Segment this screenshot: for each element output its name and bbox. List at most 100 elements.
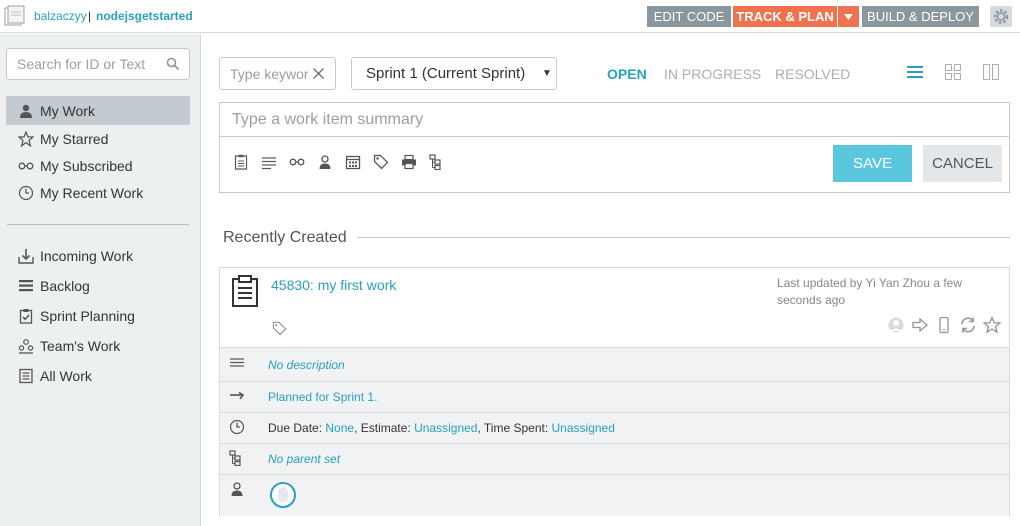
- column-view-button[interactable]: [982, 63, 1000, 81]
- arrow-right-icon: [912, 317, 928, 333]
- sidebar-item-label: My Subscribed: [40, 157, 133, 174]
- estimate-row: Due Date: None, Estimate: Unassigned, Ti…: [220, 412, 1009, 443]
- tag-icon: [373, 154, 389, 170]
- tab-in-progress[interactable]: IN PROGRESS: [664, 66, 761, 82]
- work-item-title[interactable]: 45830: my first work: [271, 277, 396, 293]
- calendar-icon: [345, 155, 361, 170]
- plan-row: Planned for Sprint 1.: [220, 381, 1009, 412]
- columns-icon: [983, 64, 999, 80]
- print-button[interactable]: [401, 154, 417, 170]
- owner-avatar[interactable]: [270, 482, 296, 508]
- sprint-icon: [19, 308, 33, 324]
- breadcrumb-separator: |: [88, 9, 92, 23]
- parent-button[interactable]: [429, 154, 445, 170]
- person-icon: [20, 104, 32, 118]
- sidebar-item-label: Sprint Planning: [40, 307, 135, 324]
- track-plan-button[interactable]: TRACK & PLAN: [733, 6, 837, 27]
- sidebar-item-label: My Starred: [40, 130, 109, 147]
- sidebar-item-label: Team's Work: [40, 337, 121, 354]
- caret-down-icon: ▼: [542, 68, 552, 79]
- project-link[interactable]: nodejsgetstarted: [96, 9, 193, 23]
- search-icon[interactable]: [166, 57, 180, 71]
- last-updated-text: Last updated by Yi Yan Zhou a few second…: [777, 276, 963, 307]
- team-icon: [18, 338, 34, 354]
- sidebar-item-label: All Work: [40, 367, 92, 384]
- star-button[interactable]: [983, 316, 1001, 334]
- backlog-icon: [19, 279, 33, 291]
- sidebar-item-backlog[interactable]: Backlog: [6, 271, 190, 300]
- sprint-select-value: Sprint 1 (Current Sprint): [366, 65, 526, 82]
- subscribe-button[interactable]: [289, 154, 305, 170]
- edit-code-button[interactable]: EDIT CODE: [647, 6, 731, 27]
- glasses-icon: [289, 158, 305, 166]
- refresh-button[interactable]: [959, 316, 977, 334]
- move-button[interactable]: [911, 316, 929, 334]
- person-avatar-icon: [888, 317, 904, 333]
- list-view-button[interactable]: [906, 63, 924, 81]
- owner-row: [220, 474, 1009, 516]
- person-icon: [231, 482, 243, 496]
- printer-icon: [402, 154, 416, 170]
- clipboard-icon: [234, 154, 248, 170]
- person-icon: [319, 155, 331, 169]
- gear-icon: [993, 9, 1009, 24]
- sidebar-item-label: Backlog: [40, 277, 90, 294]
- grid-view-button[interactable]: [944, 63, 962, 81]
- sidebar-item-my-recent-work[interactable]: My Recent Work: [6, 178, 190, 207]
- quick-add-panel: SAVE CANCEL: [219, 102, 1010, 193]
- star-icon: [983, 316, 1001, 334]
- description-icon: [262, 157, 276, 170]
- due-date-value[interactable]: None: [325, 421, 354, 435]
- sidebar-item-my-work[interactable]: My Work: [6, 96, 190, 125]
- settings-button[interactable]: [990, 6, 1012, 27]
- sidebar-item-my-subscribed[interactable]: My Subscribed: [6, 151, 190, 180]
- phone-icon: [939, 316, 949, 334]
- mobile-button[interactable]: [935, 316, 953, 334]
- project-icon[interactable]: [4, 5, 26, 27]
- list-icon: [19, 368, 33, 383]
- chevron-down-icon: [844, 14, 853, 20]
- keyword-input[interactable]: [230, 65, 308, 83]
- track-plan-dropdown-button[interactable]: [838, 6, 859, 27]
- estimate-value[interactable]: Unassigned: [414, 421, 477, 435]
- parent-text[interactable]: No parent set: [268, 452, 340, 466]
- due-date-label: Due Date:: [268, 421, 326, 435]
- time-spent-value[interactable]: Unassigned: [552, 421, 615, 435]
- description-text[interactable]: No description: [268, 358, 345, 372]
- hierarchy-icon: [429, 154, 441, 170]
- sidebar-item-teams-work[interactable]: Team's Work: [6, 331, 190, 360]
- grid-view-icon: [945, 64, 961, 80]
- top-bar: balzaczyy | nodejsgetstarted EDIT CODE T…: [0, 0, 1020, 33]
- planned-for-text[interactable]: Planned for Sprint 1.: [268, 390, 377, 404]
- section-divider: [357, 237, 1010, 238]
- tab-open[interactable]: OPEN: [607, 66, 647, 82]
- plan-arrow-icon: [230, 391, 245, 400]
- sidebar-item-my-starred[interactable]: My Starred: [6, 124, 190, 153]
- star-icon: [18, 130, 34, 147]
- save-button[interactable]: SAVE: [833, 145, 912, 182]
- tags-button[interactable]: [373, 154, 389, 170]
- assign-owner-button[interactable]: [317, 154, 333, 170]
- time-spent-label: , Time Spent:: [477, 421, 552, 435]
- description-button[interactable]: [261, 154, 277, 170]
- tag-icon[interactable]: [272, 321, 287, 336]
- cancel-button[interactable]: CANCEL: [923, 145, 1002, 182]
- sidebar-item-incoming-work[interactable]: Incoming Work: [6, 241, 190, 270]
- refresh-icon: [961, 317, 975, 333]
- work-item-card: 45830: my first work Last updated by Yi …: [219, 267, 1010, 516]
- inbox-icon: [18, 248, 34, 264]
- sprint-select[interactable]: Sprint 1 (Current Sprint) ▼: [351, 57, 557, 90]
- build-deploy-button[interactable]: BUILD & DEPLOY: [862, 6, 979, 27]
- work-item-type-button[interactable]: [233, 154, 249, 170]
- search-input[interactable]: [17, 55, 162, 73]
- section-heading: Recently Created: [223, 229, 347, 246]
- estimate-text: Due Date: None, Estimate: Unassigned, Ti…: [268, 421, 615, 435]
- summary-input[interactable]: [220, 103, 1009, 137]
- sidebar-item-all-work[interactable]: All Work: [6, 361, 190, 390]
- user-link[interactable]: balzaczyy: [34, 9, 87, 23]
- sidebar-item-sprint-planning[interactable]: Sprint Planning: [6, 301, 190, 330]
- clear-icon[interactable]: [312, 67, 325, 80]
- owner-avatar[interactable]: [887, 316, 905, 334]
- tab-resolved[interactable]: RESOLVED: [775, 66, 850, 82]
- due-date-button[interactable]: [345, 154, 361, 170]
